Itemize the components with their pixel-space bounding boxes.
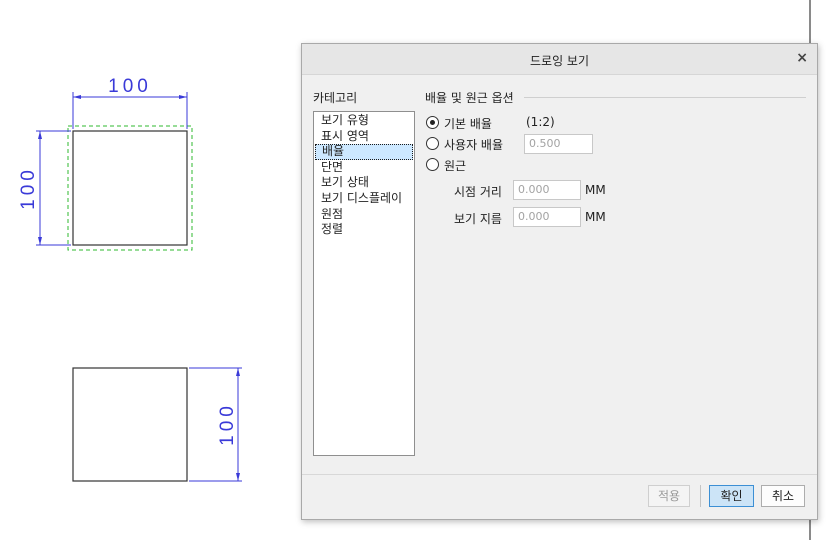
view-diameter-label: 보기 지름 [454,212,502,226]
footer-divider [302,474,817,475]
right-dim-arrow-bottom [236,473,240,481]
custom-scale-radio[interactable] [426,137,439,150]
view-distance-input[interactable]: 0.000 [513,180,581,200]
view-distance-unit: MM [585,183,606,197]
view-distance-label: 시점 거리 [454,185,502,199]
button-separator [700,485,701,507]
right-dim-arrow-top [236,368,240,376]
perspective-label[interactable]: 원근 [444,157,466,174]
category-item-view-state[interactable]: 보기 상태 [315,175,413,191]
category-list[interactable]: 보기 유형 표시 영역 배율 단면 보기 상태 보기 디스플레이 원점 정렬 [313,111,415,456]
category-item-scale[interactable]: 배율 [315,144,413,160]
dialog-titlebar[interactable]: 드로잉 보기 × [302,44,817,75]
close-icon[interactable]: × [796,50,808,66]
category-item-view-display[interactable]: 보기 디스플레이 [315,191,413,207]
category-item-alignment[interactable]: 정렬 [315,222,413,238]
left-dim-arrow-bottom [38,237,42,245]
top-dim-arrow-left [73,95,81,99]
right-dim-text[interactable]: 100 [217,402,238,446]
scale-group-title: 배율 및 원근 옵션 [425,91,514,105]
ok-button[interactable]: 확인 [709,485,754,507]
group-divider [524,97,806,98]
category-label: 카테고리 [313,91,358,105]
dialog-title: 드로잉 보기 [529,54,589,68]
default-scale-value: (1:2) [526,115,555,129]
view-diameter-input[interactable]: 0.000 [513,207,581,227]
custom-scale-label[interactable]: 사용자 배율 [444,136,503,153]
category-item-origin[interactable]: 원점 [315,207,413,223]
top-view[interactable]: 100 100 [18,76,193,251]
cancel-button[interactable]: 취소 [761,485,805,507]
bottom-view[interactable]: 100 [72,367,242,482]
top-dim-text[interactable]: 100 [108,76,152,97]
view-diameter-unit: MM [585,210,606,224]
drawing-view-dialog: 드로잉 보기 × 카테고리 보기 유형 표시 영역 배율 단면 보기 상태 보기… [301,43,818,520]
bottom-view-square [72,367,188,482]
top-view-square [72,130,188,246]
default-scale-radio[interactable] [426,116,439,129]
custom-scale-input[interactable]: 0.500 [524,134,593,154]
left-dim-text[interactable]: 100 [18,166,39,210]
perspective-radio[interactable] [426,158,439,171]
left-dim-arrow-top [38,131,42,139]
category-item-view-type[interactable]: 보기 유형 [315,113,413,129]
default-scale-label[interactable]: 기본 배율 [444,115,492,132]
category-item-section[interactable]: 단면 [315,160,413,176]
apply-button[interactable]: 적용 [648,485,690,507]
top-view-selection-box [67,125,193,251]
category-item-visible-area[interactable]: 표시 영역 [315,129,413,145]
top-dim-arrow-right [179,95,187,99]
